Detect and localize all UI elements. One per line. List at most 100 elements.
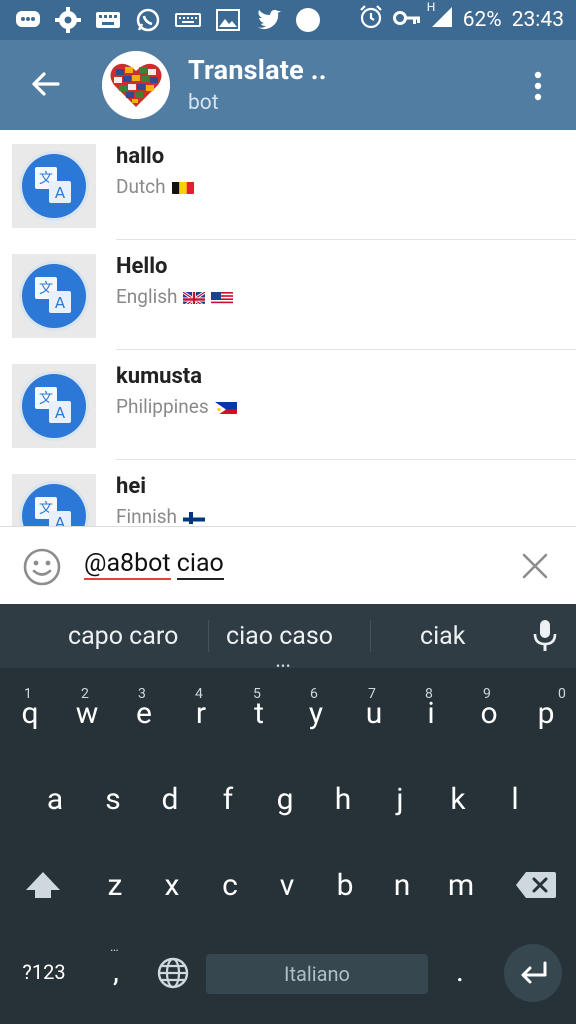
uk-flag-icon [183,289,206,304]
app-bar: Translate .. bot [0,40,576,130]
comma-key[interactable]: … , [104,940,128,989]
svg-text:A: A [55,294,66,312]
query-text: ciao [176,549,224,580]
translate-icon: 文 A [12,144,96,228]
period-key[interactable]: . [450,954,470,989]
divider [208,620,209,652]
key-d[interactable]: d [155,782,185,817]
svg-text:A: A [55,184,66,202]
key-n[interactable]: n [387,868,417,903]
key-c[interactable]: c [215,868,245,903]
mention-text: @a8bot [84,549,171,580]
translate-icon: 文 A [12,254,96,338]
chat-subtitle: bot [188,91,219,115]
language-name: Finnish [116,505,177,526]
circle-notification-icon [294,6,322,34]
key-y[interactable]: 6y [301,686,331,731]
backspace-icon[interactable] [514,870,558,900]
key-w[interactable]: 2w [72,686,102,731]
key-g[interactable]: g [270,782,300,817]
suggestion-3[interactable]: ciak [420,622,465,651]
key-i[interactable]: 8i [416,686,446,731]
symbols-key[interactable]: ?123 [16,960,72,984]
key-p[interactable]: 0p [531,686,566,731]
emoji-icon[interactable] [22,547,62,587]
philippines-flag-icon [214,399,237,414]
key-u[interactable]: 7u [359,686,389,731]
result-word: Hello [116,254,168,279]
keyboard-small-icon [174,6,202,34]
key-hint: 8 [425,686,433,702]
finland-flag-icon [183,509,205,524]
shift-icon[interactable] [22,866,64,902]
globe-icon[interactable] [156,956,190,990]
space-bar[interactable]: Italiano [206,954,428,994]
divider [370,620,371,652]
status-bar: H 62% 23:43 [0,0,576,40]
key-h[interactable]: h [328,782,358,817]
key-q[interactable]: 1q [15,686,45,731]
message-input[interactable]: @a8bot ciao [84,549,224,580]
result-row[interactable]: 文 A hallo Dutch [0,130,576,240]
image-icon [214,6,242,34]
key-l[interactable]: l [500,782,530,817]
signal-icon: H [427,0,453,34]
key-f[interactable]: f [213,782,243,817]
result-language: Dutch [116,175,194,198]
result-word: hei [116,474,147,499]
key-hint: 9 [483,686,491,702]
result-word: kumusta [116,364,202,389]
us-flag-icon [211,289,234,304]
key-j[interactable]: j [385,782,415,817]
soft-keyboard: capo caro ciao caso ciak ••• 1q 2w 3e 4r… [0,604,576,1024]
inline-results-list: 文 A hallo Dutch 文 A Hello English 文 A ku… [0,130,576,526]
enter-icon[interactable] [504,944,562,1002]
suggestion-1[interactable]: capo caro [68,622,178,651]
suggestion-2[interactable]: ciao caso [226,622,333,651]
key-hint: 0 [558,686,566,702]
key-s[interactable]: s [98,782,128,817]
language-name: Dutch [116,175,166,198]
key-t[interactable]: 5t [244,686,274,731]
settings-gear-icon [54,6,82,34]
suggestion-strip: capo caro ciao caso ciak ••• [0,604,576,673]
key-r[interactable]: 4r [186,686,216,731]
key-z[interactable]: z [100,868,130,903]
twitter-icon [254,6,282,34]
more-symbols-hint: … [110,940,119,955]
keyboard-icon [94,6,122,34]
key-v[interactable]: v [272,868,302,903]
key-hint: 3 [138,686,146,702]
chat-title: Translate .. [188,54,327,86]
key-hint: 5 [253,686,261,702]
status-right: H 62% 23:43 [359,0,564,35]
key-m[interactable]: m [444,868,478,903]
back-arrow-icon[interactable] [28,66,64,102]
more-suggestions-icon[interactable]: ••• [276,659,291,673]
bot-avatar[interactable] [102,51,170,119]
more-options-icon[interactable] [526,68,550,104]
key-b[interactable]: b [330,868,360,903]
result-language: Finnish [116,505,205,526]
result-row[interactable]: 文 A Hello English [0,240,576,350]
key-hint: 7 [368,686,376,702]
key-e[interactable]: 3e [129,686,159,731]
belgium-flag-icon [171,179,194,194]
key-o[interactable]: 9o [474,686,504,731]
chat-bubble-icon [14,6,42,34]
result-language: English [116,285,234,308]
result-row[interactable]: 文 A kumusta Philippines [0,350,576,460]
result-row[interactable]: 文 A hei Finnish [0,460,576,526]
battery-percent: 62% [462,8,502,32]
message-input-bar: @a8bot ciao [0,526,576,604]
key-icon [392,8,421,33]
result-language: Philippines [116,395,237,418]
key-hint: 6 [310,686,318,702]
translate-icon: 文 A [12,364,96,448]
microphone-icon[interactable] [530,618,560,654]
key-x[interactable]: x [157,868,187,903]
close-icon[interactable] [520,551,550,581]
key-a[interactable]: a [40,782,70,817]
key-k[interactable]: k [443,782,473,817]
notification-icons [14,6,322,34]
